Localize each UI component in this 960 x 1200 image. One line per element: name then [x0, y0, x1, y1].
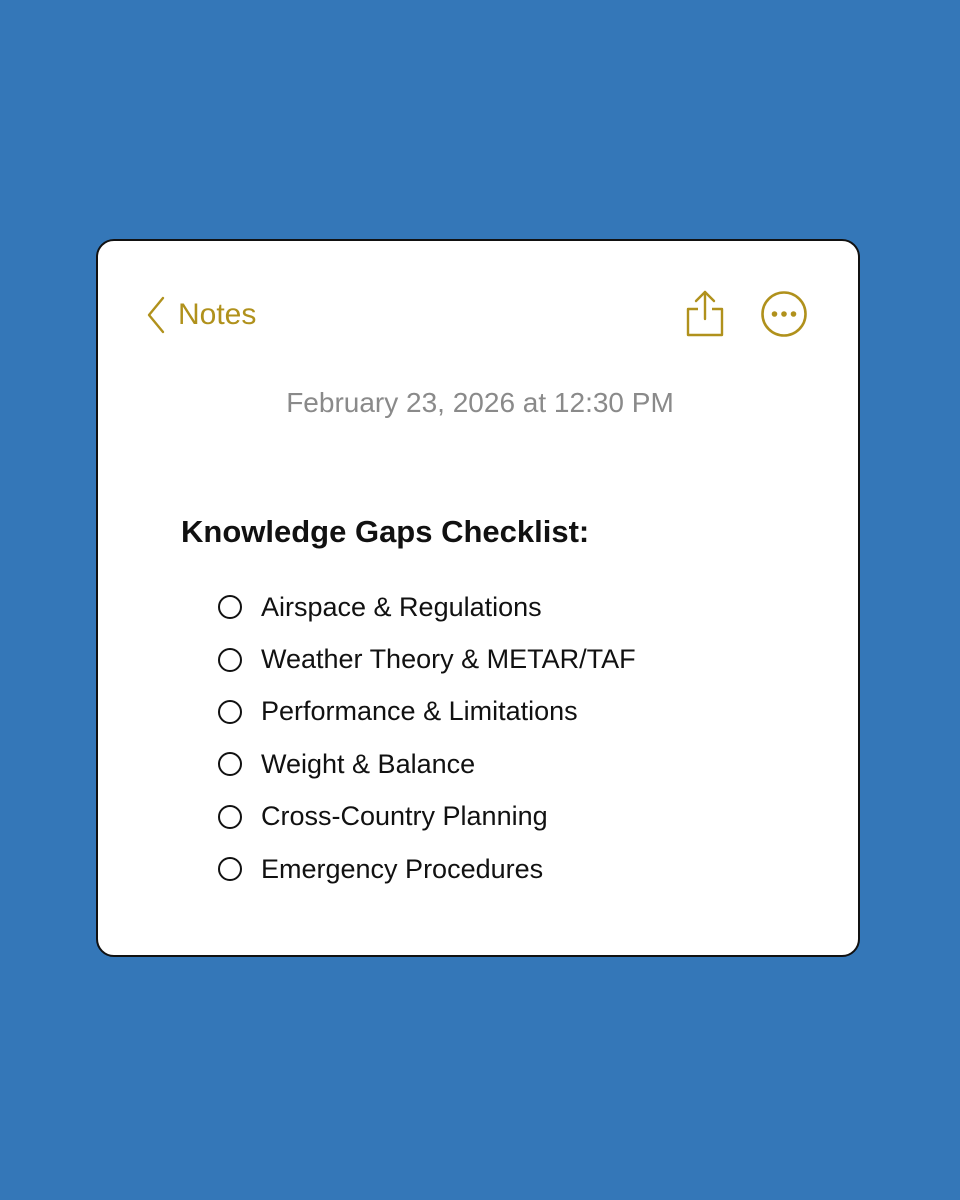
checklist-item-label: Weight & Balance	[261, 748, 476, 779]
checklist-item: Cross-Country Planning	[218, 791, 636, 843]
note-date: February 23, 2026 at 12:30 PM	[286, 387, 674, 418]
chevron-left-icon	[147, 296, 165, 334]
checklist-item: Airspace & Regulations	[218, 581, 636, 633]
share-icon	[686, 290, 724, 337]
back-label: Notes	[178, 298, 257, 331]
checkbox-circle-icon[interactable]	[218, 752, 242, 777]
checklist-item: Emergency Procedures	[218, 843, 636, 895]
ellipsis-circle-icon	[761, 291, 807, 337]
back-button[interactable]: Notes	[146, 293, 256, 337]
checkbox-circle-icon[interactable]	[218, 647, 242, 672]
more-button[interactable]	[760, 290, 808, 338]
checkbox-circle-icon[interactable]	[218, 699, 242, 724]
checklist-item-label: Emergency Procedures	[261, 853, 544, 884]
note-card: Notes February 23, 2026 at 12:30 PM Know…	[96, 239, 860, 957]
checkbox-circle-icon[interactable]	[218, 804, 242, 829]
checkbox-circle-icon[interactable]	[218, 857, 242, 882]
checklist: Airspace & Regulations Weather Theory & …	[218, 581, 636, 895]
checklist-item: Performance & Limitations	[218, 686, 636, 738]
checklist-item-label: Weather Theory & METAR/TAF	[261, 644, 636, 675]
note-title: Knowledge Gaps Checklist:	[181, 514, 590, 549]
share-button[interactable]	[683, 289, 727, 339]
checkbox-circle-icon[interactable]	[218, 595, 242, 620]
checklist-item-label: Airspace & Regulations	[261, 591, 542, 622]
checklist-item-label: Cross-Country Planning	[261, 801, 548, 832]
checklist-item-label: Performance & Limitations	[261, 696, 578, 727]
checklist-item: Weather Theory & METAR/TAF	[218, 633, 636, 685]
checklist-item: Weight & Balance	[218, 738, 636, 790]
